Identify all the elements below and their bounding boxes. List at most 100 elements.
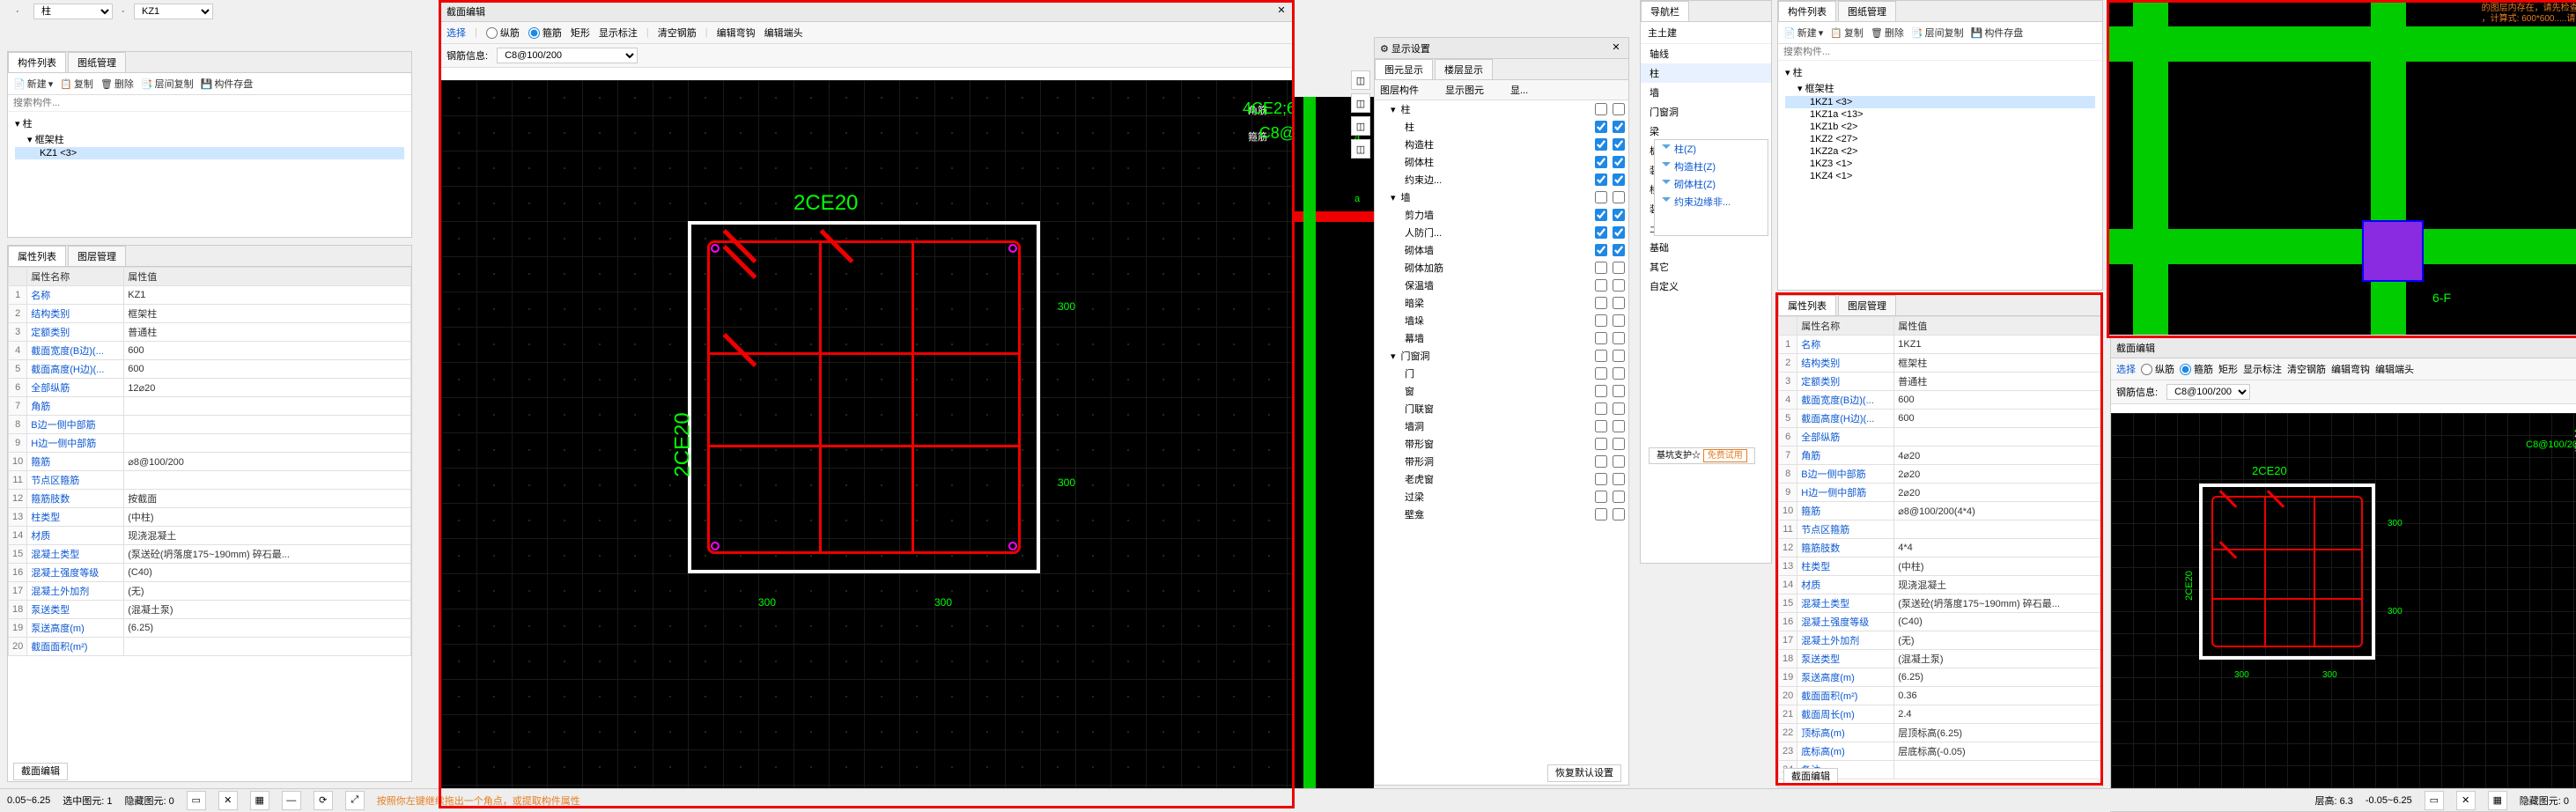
layer-copy-button-r[interactable]: 📑 层间复制 bbox=[1911, 26, 1964, 40]
radio-zongjin[interactable]: 纵筋 bbox=[486, 26, 520, 40]
cube-icon[interactable]: ◫ bbox=[1351, 70, 1370, 90]
save-component-button-r[interactable]: 💾 构件存盘 bbox=[1971, 26, 2024, 40]
rebar-info-select-r[interactable]: C8@100/200 bbox=[2166, 384, 2250, 400]
tree-leaf[interactable]: 1KZ1 <3> bbox=[1785, 96, 2095, 108]
ds-item[interactable]: 带形洞 bbox=[1375, 453, 1628, 470]
ds-tab-floor[interactable]: 楼层显示 bbox=[1435, 59, 1493, 79]
ds-item[interactable]: 砌体加筋 bbox=[1375, 259, 1628, 277]
display-tree[interactable]: ▾ 柱 柱 构造柱 砌体柱 约束边... ▾ 墙 剪力墙 人防门... 砌体墙 … bbox=[1375, 100, 1628, 743]
tab-layer-mgmt-r[interactable]: 图层管理 bbox=[1838, 295, 1896, 315]
ds-item[interactable]: 剪力墙 bbox=[1375, 206, 1628, 224]
ds-item[interactable]: 窗 bbox=[1375, 382, 1628, 400]
tab-component-list[interactable]: 构件列表 bbox=[8, 52, 66, 72]
ds-item[interactable]: 幕墙 bbox=[1375, 329, 1628, 347]
ds-item[interactable]: 构造柱 bbox=[1375, 136, 1628, 153]
tab-props-r[interactable]: 属性列表 bbox=[1778, 295, 1836, 315]
nav-item[interactable]: 自定义 bbox=[1641, 277, 1771, 296]
pit-support-badge[interactable]: 基坑支护☆ 免费试用 bbox=[1649, 447, 1755, 464]
tree-leaf[interactable]: 1KZ1b <2> bbox=[1785, 121, 2095, 133]
cube-icon[interactable]: ◫ bbox=[1351, 139, 1370, 159]
sb-icon[interactable]: — bbox=[282, 791, 301, 810]
component-select[interactable]: KZ1 bbox=[134, 4, 213, 19]
ds-item[interactable]: ▾ 柱 bbox=[1375, 100, 1628, 118]
search-input[interactable] bbox=[13, 98, 406, 108]
ds-item[interactable]: 墙洞 bbox=[1375, 417, 1628, 435]
ds-item[interactable]: 暗梁 bbox=[1375, 294, 1628, 312]
copy-button[interactable]: 📋 复制 bbox=[60, 77, 93, 91]
section-edit-button[interactable]: 截面编辑 bbox=[13, 763, 68, 780]
ds-item[interactable]: 约束边... bbox=[1375, 171, 1628, 188]
tree-leaf[interactable]: 1KZ3 <1> bbox=[1785, 158, 2095, 170]
nav-item[interactable]: 墙 bbox=[1641, 83, 1771, 102]
sb-icon[interactable]: ⤢ bbox=[345, 791, 365, 810]
layer-copy-button[interactable]: 📑 层间复制 bbox=[141, 77, 194, 91]
edit-end[interactable]: 编辑端头 bbox=[764, 26, 803, 40]
selected-column-3d[interactable] bbox=[2362, 220, 2424, 282]
nav-item[interactable]: 其它 bbox=[1641, 257, 1771, 277]
ds-close-icon[interactable]: ✕ bbox=[1609, 41, 1623, 55]
component-tree[interactable]: ▾ 柱 ▾ 框架柱 KZ1 <3> bbox=[8, 112, 411, 163]
nav-item[interactable]: 门窗洞 bbox=[1641, 102, 1771, 122]
ds-item[interactable]: 带形窗 bbox=[1375, 435, 1628, 453]
ds-item[interactable]: 过梁 bbox=[1375, 488, 1628, 506]
copy-button-r[interactable]: 📋 复制 bbox=[1830, 26, 1864, 40]
ds-item[interactable]: ▾ 墙 bbox=[1375, 188, 1628, 206]
rebar-info-select[interactable]: C8@100/200 bbox=[497, 48, 638, 63]
ds-item[interactable]: 柱 bbox=[1375, 118, 1628, 136]
select-tool[interactable]: 选择 bbox=[447, 26, 466, 40]
filter-ysby[interactable]: 约束边缘非... bbox=[1655, 193, 1768, 210]
tab-layer-mgmt[interactable]: 图层管理 bbox=[68, 246, 126, 266]
tree-leaf[interactable]: 1KZ4 <1> bbox=[1785, 170, 2095, 182]
ds-item[interactable]: 墙垛 bbox=[1375, 312, 1628, 329]
nav-item[interactable]: 基础 bbox=[1641, 238, 1771, 257]
tab-drawing-mgmt-r[interactable]: 图纸管理 bbox=[1838, 1, 1896, 21]
property-table-left: 属性名称属性值 1名称KZ12结构类别框架柱3定额类别普通柱4截面宽度(B边)(… bbox=[8, 267, 411, 656]
select-tool-r[interactable]: 选择 bbox=[2116, 362, 2136, 376]
delete-button-r[interactable]: 🗑 删除 bbox=[1871, 26, 1904, 40]
ds-item[interactable]: 门联窗 bbox=[1375, 400, 1628, 417]
ds-item[interactable]: 砌体墙 bbox=[1375, 241, 1628, 259]
sb-icon[interactable]: ▦ bbox=[250, 791, 269, 810]
delete-button[interactable]: 🗑 删除 bbox=[100, 77, 134, 91]
cube-icon[interactable]: ◫ bbox=[1351, 93, 1370, 113]
category-select[interactable]: 柱 bbox=[33, 4, 113, 19]
tab-component-list-r[interactable]: 构件列表 bbox=[1778, 1, 1836, 21]
tree-leaf[interactable]: 1KZ2 <27> bbox=[1785, 133, 2095, 145]
ds-item[interactable]: 保温墙 bbox=[1375, 277, 1628, 294]
nav-item[interactable]: 轴线 bbox=[1641, 44, 1771, 63]
cube-icon[interactable]: ◫ bbox=[1351, 116, 1370, 136]
tab-props[interactable]: 属性列表 bbox=[8, 246, 66, 266]
edit-hook[interactable]: 编辑弯钩 bbox=[717, 26, 756, 40]
search-input-r[interactable] bbox=[1783, 47, 2097, 57]
ds-item[interactable]: 壁龛 bbox=[1375, 506, 1628, 523]
sb-icon[interactable]: ✕ bbox=[218, 791, 238, 810]
tree-leaf[interactable]: 1KZ1a <13> bbox=[1785, 108, 2095, 121]
restore-default-button[interactable]: 恢复默认设置 bbox=[1547, 764, 1621, 782]
filter-gzz[interactable]: 构造柱(Z) bbox=[1655, 158, 1768, 175]
ds-item[interactable]: 砌体柱 bbox=[1375, 153, 1628, 171]
new-button[interactable]: 📄 新建 ▾ bbox=[13, 77, 53, 91]
rect-tool[interactable]: 矩形 bbox=[571, 26, 590, 40]
radio-gujin[interactable]: 箍筋 bbox=[528, 26, 562, 40]
nav-item[interactable]: 柱 bbox=[1641, 63, 1771, 83]
ds-item[interactable]: 门 bbox=[1375, 365, 1628, 382]
tab-drawing-mgmt[interactable]: 图纸管理 bbox=[68, 52, 126, 72]
save-component-button[interactable]: 💾 构件存盘 bbox=[201, 77, 254, 91]
close-icon[interactable]: ✕ bbox=[1274, 4, 1288, 18]
show-label-tool[interactable]: 显示标注 bbox=[599, 26, 638, 40]
filter-qtz[interactable]: 砌体柱(Z) bbox=[1655, 175, 1768, 193]
section-outline[interactable] bbox=[688, 221, 1040, 573]
clear-rebar[interactable]: 清空钢筋 bbox=[658, 26, 697, 40]
tree-leaf[interactable]: 1KZ2a <2> bbox=[1785, 145, 2095, 158]
ds-item[interactable]: ▾ 门窗洞 bbox=[1375, 347, 1628, 365]
section-edit-button-r[interactable]: 截面编辑 bbox=[1783, 768, 1838, 786]
ds-tab-element[interactable]: 图元显示 bbox=[1375, 59, 1433, 79]
ds-item[interactable]: 老虎窗 bbox=[1375, 470, 1628, 488]
ds-item[interactable]: 人防门... bbox=[1375, 224, 1628, 241]
sb-icon[interactable]: ⟳ bbox=[314, 791, 333, 810]
filter-col-z[interactable]: 柱(Z) bbox=[1655, 140, 1768, 158]
new-button-r[interactable]: 📄 新建 ▾ bbox=[1783, 26, 1823, 40]
nav-item[interactable]: 梁 bbox=[1641, 122, 1771, 141]
tree-leaf-kz1[interactable]: KZ1 <3> bbox=[15, 147, 404, 159]
sb-icon[interactable]: ▭ bbox=[187, 791, 206, 810]
